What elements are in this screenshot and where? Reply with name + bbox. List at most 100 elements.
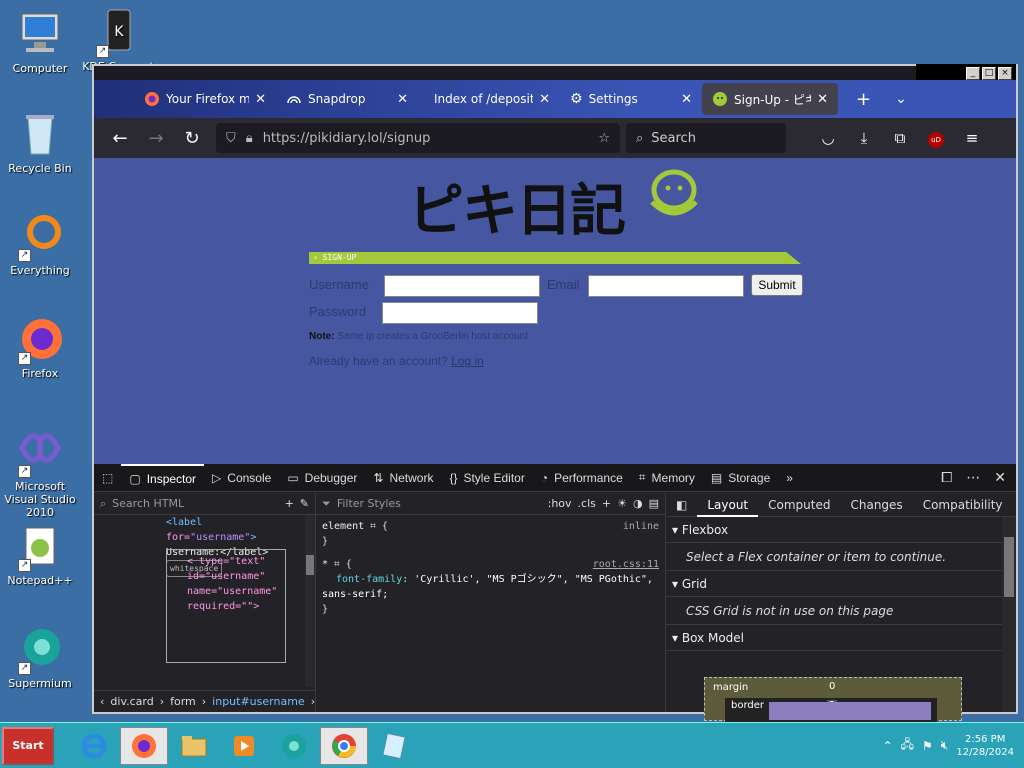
- selected-node[interactable]: < type="text" id="username" name="userna…: [166, 549, 286, 663]
- light-theme-icon[interactable]: ☀: [617, 497, 627, 510]
- new-tab-button[interactable]: +: [856, 89, 871, 110]
- desktop-icon-recycle-bin[interactable]: Recycle Bin: [0, 110, 80, 175]
- grid-section[interactable]: ▾ Grid: [666, 571, 1016, 597]
- tab-network[interactable]: ⇅ Network: [365, 464, 441, 492]
- desktop-icon-notepad-plus-plus[interactable]: ↗ Notepad++: [0, 522, 80, 587]
- scroll-thumb[interactable]: [306, 555, 314, 575]
- pocket-icon[interactable]: ◡: [810, 129, 846, 147]
- tab-list-chevron-icon[interactable]: ⌄: [895, 91, 907, 107]
- site-logo[interactable]: ピキ日記: [408, 166, 626, 247]
- email-input[interactable]: [588, 275, 744, 297]
- forward-button[interactable]: →: [138, 128, 174, 149]
- tab-style-editor[interactable]: {} Style Editor: [441, 464, 532, 492]
- close-window-button[interactable]: ×: [998, 67, 1012, 80]
- extensions-icon[interactable]: ⧉: [882, 129, 918, 147]
- add-rule-icon[interactable]: +: [602, 497, 611, 510]
- breadcrumb-item[interactable]: input#username: [212, 695, 305, 708]
- desktop-icon-computer[interactable]: Computer: [0, 10, 80, 75]
- tab-storage[interactable]: ▤ Storage: [703, 464, 778, 492]
- tab-inspector[interactable]: ▢ Inspector: [121, 463, 205, 492]
- url-bar[interactable]: ⛉ 🔒︎ https://pikidiary.lol/signup ☆: [216, 123, 620, 153]
- tab-changes[interactable]: Changes: [840, 493, 912, 517]
- breadcrumb-right-icon[interactable]: ›: [311, 695, 315, 708]
- tab-performance[interactable]: ◔ Performance: [533, 464, 631, 492]
- volume-muted-icon[interactable]: 🔇︎: [941, 738, 949, 753]
- close-devtools-icon[interactable]: ✕: [994, 470, 1006, 486]
- scroll-thumb[interactable]: [1004, 537, 1014, 597]
- close-tab-icon[interactable]: ✕: [817, 92, 828, 107]
- breadcrumb-item[interactable]: div.card: [110, 695, 153, 708]
- show-hidden-icons-chevron-icon[interactable]: ⌃: [883, 739, 893, 753]
- tree-line[interactable]: <label: [166, 515, 309, 530]
- bm-margin-value[interactable]: 0: [829, 681, 835, 692]
- html-scrollbar[interactable]: [305, 515, 315, 687]
- tab-computed[interactable]: Computed: [758, 493, 840, 517]
- dark-theme-icon[interactable]: ◑: [633, 497, 643, 510]
- tab-signup[interactable]: Sign-Up - ピキ日記 ✕: [702, 83, 838, 115]
- desktop-icon-everything[interactable]: ↗ Everything: [0, 212, 80, 277]
- layout-scrollbar[interactable]: [1002, 517, 1016, 712]
- options-icon[interactable]: ⋯: [966, 470, 980, 486]
- taskbar-firefox[interactable]: [120, 726, 168, 765]
- minimize-button[interactable]: _: [966, 67, 980, 80]
- print-icon[interactable]: ▤: [649, 497, 659, 510]
- eyedropper-icon[interactable]: ✎: [300, 497, 309, 510]
- desktop-icon-visual-studio[interactable]: ↗ Microsoft Visual Studio 2010: [0, 428, 82, 519]
- element-picker-icon[interactable]: ⬚: [94, 464, 121, 492]
- html-search-input[interactable]: Search HTML: [112, 497, 278, 510]
- dock-icon[interactable]: ⧠: [941, 470, 952, 486]
- tab-snapdrop[interactable]: Snapdrop ✕: [276, 83, 418, 115]
- breadcrumb-left-icon[interactable]: ‹: [100, 695, 104, 708]
- close-tab-icon[interactable]: ✕: [681, 92, 692, 107]
- desktop-icon-kde-connect[interactable]: K ↗ KDE Connect: [78, 8, 158, 72]
- password-input[interactable]: [382, 302, 538, 324]
- close-tab-icon[interactable]: ✕: [397, 92, 408, 107]
- lock-icon[interactable]: 🔒︎: [246, 131, 253, 146]
- filter-styles-input[interactable]: Filter Styles: [337, 497, 542, 510]
- close-tab-icon[interactable]: ✕: [255, 92, 266, 107]
- tab-debugger[interactable]: ▭ Debugger: [279, 464, 365, 492]
- desktop-icon-firefox[interactable]: ↗ Firefox: [0, 315, 80, 380]
- login-link[interactable]: Log in: [451, 354, 484, 368]
- taskbar-notes[interactable]: [370, 727, 418, 765]
- tab-settings[interactable]: ⚙ Settings ✕: [560, 83, 702, 115]
- rule-source-link[interactable]: root.css:11: [593, 557, 659, 572]
- tab-console[interactable]: ▷ Console: [204, 464, 279, 492]
- maximize-button[interactable]: □: [982, 67, 996, 80]
- action-center-flag-icon[interactable]: ⚑: [922, 739, 933, 753]
- reload-button[interactable]: ↻: [174, 128, 210, 149]
- close-tab-icon[interactable]: ✕: [539, 92, 550, 107]
- username-input[interactable]: [384, 275, 540, 297]
- prop-name[interactable]: font-family: [322, 574, 402, 585]
- add-node-icon[interactable]: +: [285, 497, 294, 510]
- taskbar-media-player[interactable]: [220, 727, 268, 765]
- flexbox-section[interactable]: ▾ Flexbox: [666, 517, 1016, 543]
- download-icon[interactable]: ⤓: [846, 129, 882, 147]
- start-button[interactable]: Start: [2, 726, 54, 765]
- cls-button[interactable]: .cls: [578, 497, 596, 510]
- sidebar-toggle-icon[interactable]: ◧: [666, 493, 697, 517]
- clock[interactable]: 2:56 PM 12/28/2024: [956, 733, 1014, 759]
- tab-layout[interactable]: Layout: [697, 493, 759, 517]
- bookmark-star-icon[interactable]: ☆: [598, 131, 610, 146]
- taskbar-chrome[interactable]: [320, 726, 368, 765]
- back-button[interactable]: ←: [102, 128, 138, 149]
- tab-compatibility[interactable]: Compatibility: [913, 493, 1013, 517]
- taskbar-file-explorer[interactable]: [170, 727, 218, 765]
- tab-memory[interactable]: ⌗ Memory: [631, 464, 703, 492]
- boxmodel-section[interactable]: ▾ Box Model: [666, 625, 1016, 651]
- submit-button[interactable]: Submit: [751, 274, 803, 296]
- tab-firefox-update[interactable]: Your Firefox may ✕: [134, 83, 276, 115]
- desktop-icon-supermium[interactable]: ↗ Supermium: [0, 625, 80, 690]
- more-tabs-icon[interactable]: »: [778, 464, 801, 492]
- shield-icon[interactable]: ⛉: [226, 131, 236, 146]
- taskbar-internet-explorer[interactable]: [70, 727, 118, 765]
- breadcrumb-item[interactable]: form: [170, 695, 196, 708]
- network-icon[interactable]: 🖧︎: [901, 735, 914, 756]
- hov-button[interactable]: :hov: [548, 497, 572, 510]
- tree-line[interactable]: for="username">: [166, 530, 309, 545]
- tab-index-deposit[interactable]: Index of /deposit/ ✕: [418, 83, 560, 115]
- taskbar-supermium[interactable]: [270, 727, 318, 765]
- menu-icon[interactable]: ≡: [954, 129, 990, 147]
- ublock-icon[interactable]: uD: [918, 128, 954, 148]
